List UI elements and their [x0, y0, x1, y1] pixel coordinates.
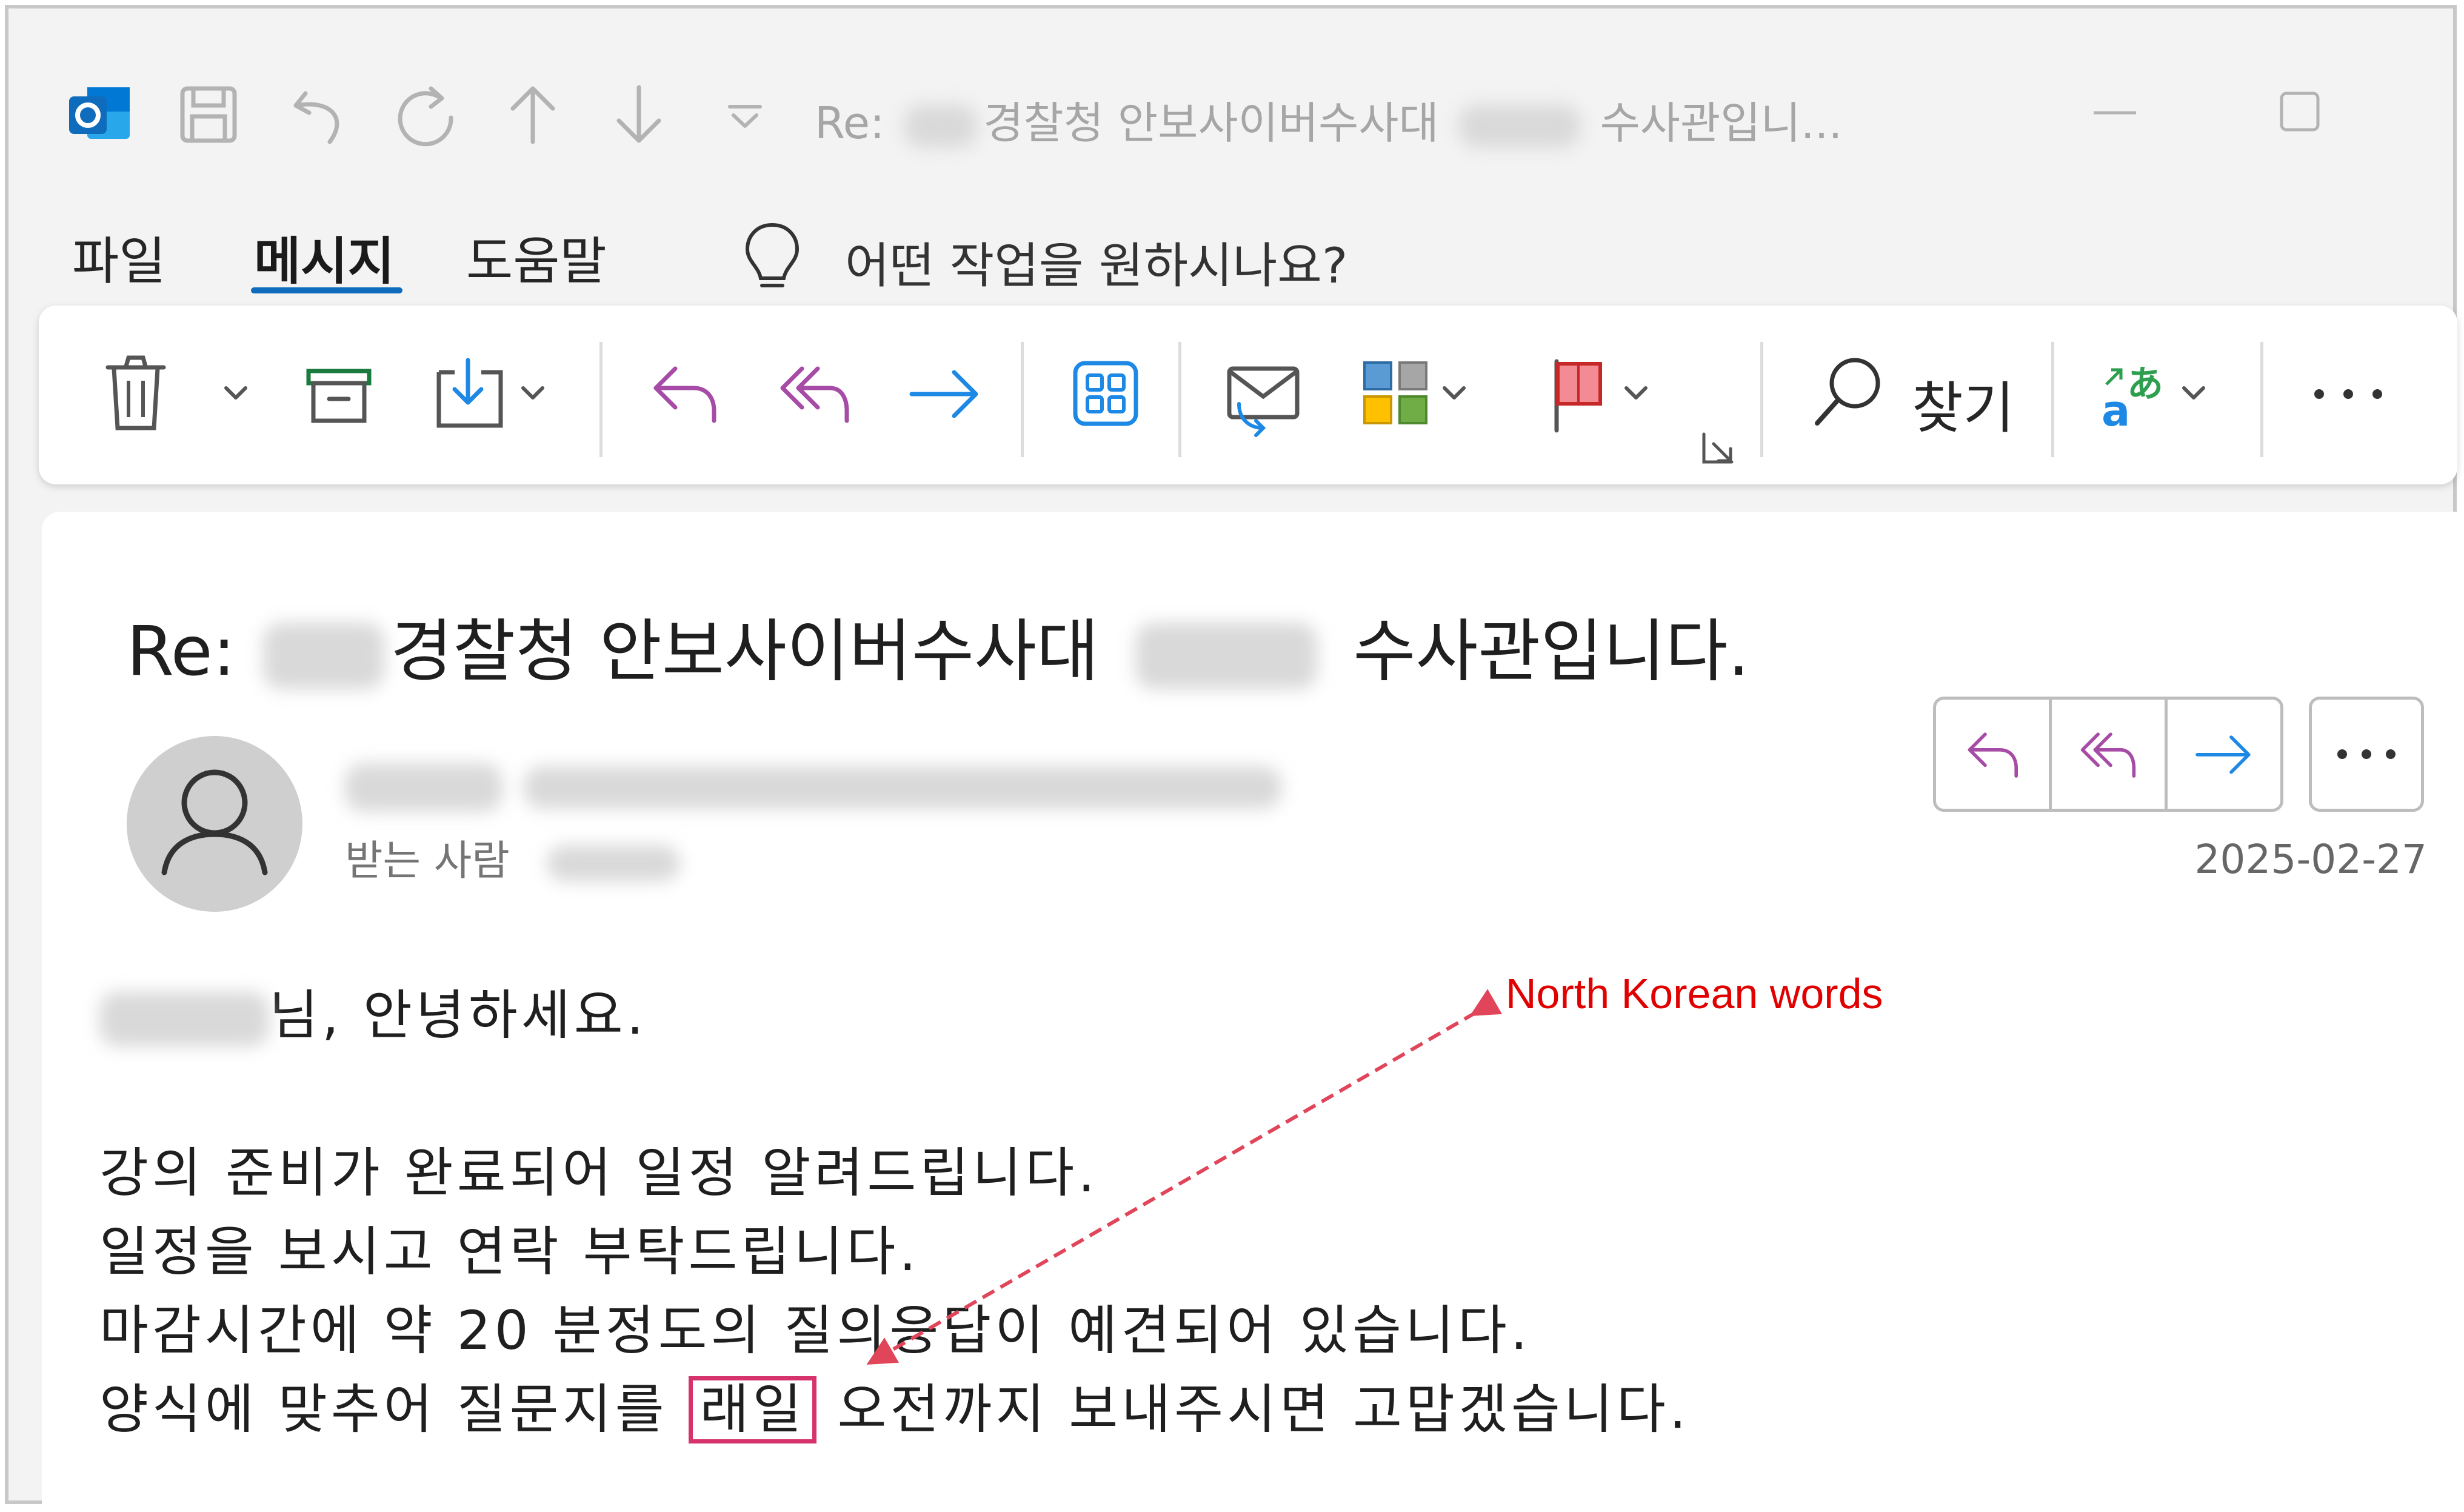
ribbon-separator: [2051, 342, 2054, 457]
line4-after: 오전까지 보내주시면 고맙겠습니다.: [837, 1378, 1690, 1440]
categorize-chevron-down-icon[interactable]: [1436, 348, 1472, 439]
menu-file[interactable]: 파일: [72, 221, 166, 294]
ribbon-separator: [1021, 342, 1024, 457]
ribbon-separator: [2260, 342, 2263, 457]
message-more-button[interactable]: [2309, 697, 2424, 812]
redacted-text: [1135, 623, 1317, 690]
translate-chevron-down-icon[interactable]: [2175, 348, 2212, 439]
minimize-icon[interactable]: [2088, 93, 2142, 130]
annotation-label: North Korean words: [1506, 970, 1883, 1017]
forward-button[interactable]: [2168, 700, 2280, 809]
forward-icon: [2195, 735, 2251, 774]
reading-pane: Re: 경찰청 안보사이버수사대 수사관입니다. 받는 사람 2025-02-2…: [42, 512, 2457, 1512]
redacted-text: [263, 623, 385, 690]
reply-button[interactable]: [1936, 700, 2052, 809]
window-title: Re: 경찰청 안보사이버수사대 수사관입니...: [815, 87, 1842, 151]
apps-grid-icon[interactable]: [1069, 348, 1142, 439]
flag-chevron-down-icon[interactable]: [1618, 348, 1654, 439]
reply-icon: [1968, 732, 2018, 778]
line4-before: 양식에 맞추어 질문지를: [99, 1378, 668, 1440]
to-label: 받는 사람: [345, 837, 510, 885]
redacted-name: [99, 992, 269, 1047]
ribbon-separator: [1760, 342, 1763, 457]
title-suffix: 수사관입니...: [1600, 98, 1843, 149]
delete-icon[interactable]: [99, 348, 172, 439]
move-icon[interactable]: [433, 348, 512, 439]
arrow-down-icon[interactable]: [606, 75, 672, 154]
reply-all-icon[interactable]: [775, 348, 854, 439]
message-action-group: [1933, 697, 2283, 812]
save-icon[interactable]: [175, 75, 242, 154]
forward-icon[interactable]: [906, 348, 984, 439]
greeting-line: 님, 안녕하세요.: [99, 972, 647, 1049]
person-icon: [161, 769, 268, 875]
outlook-window: Re: 경찰청 안보사이버수사대 수사관입니... 파일 메시지 도움말 어떤 …: [5, 5, 2457, 1512]
subject-prefix: Re:: [127, 612, 236, 691]
svg-text:a: a: [2102, 386, 2130, 436]
unread-mail-icon[interactable]: [1221, 348, 1306, 439]
body-line-4: 양식에 맞추어 질문지를 래일 오전까지 보내주시면 고맙겠습니다.: [99, 1366, 1690, 1443]
recipient-line: 받는 사람: [345, 827, 681, 887]
lightbulb-icon: [745, 222, 800, 287]
delete-dropdown-chevron-down-icon[interactable]: [218, 348, 254, 439]
title-bar: Re: 경찰청 안보사이버수사대 수사관입니...: [8, 8, 2453, 190]
move-dropdown-chevron-down-icon[interactable]: [515, 348, 551, 439]
redo-icon[interactable]: [393, 75, 460, 154]
subject-mid: 경찰청 안보사이버수사대: [390, 612, 1100, 691]
categorize-icon[interactable]: [1357, 348, 1436, 439]
active-tab-indicator: [251, 287, 402, 293]
svg-text:あ: あ: [2127, 363, 2163, 406]
email-subject: Re: 경찰청 안보사이버수사대 수사관입니다.: [127, 597, 1749, 695]
archive-icon[interactable]: [302, 348, 375, 439]
flag-icon[interactable]: [1542, 348, 1615, 439]
redacted-sender-name: [345, 763, 502, 812]
body-line-1: 강의 준비가 완료되어 일정 알려드립니다.: [99, 1142, 1099, 1204]
ribbon-separator: [599, 342, 603, 457]
title-mid: 경찰청 안보사이버수사대: [983, 98, 1439, 149]
outlook-logo-icon: [69, 87, 130, 139]
more-options-icon: [2337, 749, 2396, 759]
redacted-sender-email: [524, 766, 1282, 809]
redacted-recipient: [547, 845, 681, 882]
body-line-2: 일정을 보시고 연락 부탁드립니다.: [99, 1220, 920, 1283]
redacted-text: [904, 105, 978, 148]
dialog-launcher-icon[interactable]: [1697, 427, 1739, 469]
reply-all-button[interactable]: [2052, 700, 2168, 809]
translate-icon[interactable]: a あ: [2097, 348, 2169, 439]
highlighted-north-korean-word: 래일: [688, 1376, 817, 1443]
reply-all-icon: [2080, 732, 2136, 778]
maximize-icon[interactable]: [2272, 84, 2327, 139]
arrow-up-icon[interactable]: [499, 75, 566, 154]
title-prefix: Re:: [815, 98, 885, 149]
greeting-text: 님, 안녕하세요.: [269, 984, 647, 1046]
tell-me-search[interactable]: 어떤 작업을 원하시나요?: [845, 227, 1347, 297]
menu-help[interactable]: 도움말: [466, 221, 607, 294]
more-options-icon[interactable]: [2306, 348, 2391, 439]
reply-icon[interactable]: [645, 348, 724, 439]
body-line-3: 마감시간에 약 20 분정도의 질의응답이 예견되어 있습니다.: [99, 1299, 1531, 1362]
search-icon[interactable]: [1809, 348, 1888, 439]
subject-suffix: 수사관입니다.: [1353, 612, 1750, 691]
ribbon-toolbar: 찾기 a あ: [39, 306, 2457, 484]
menu-message[interactable]: 메시지: [254, 221, 395, 294]
customize-dropdown-icon[interactable]: [712, 75, 778, 154]
redacted-text: [1458, 105, 1580, 148]
avatar[interactable]: [127, 736, 302, 912]
email-date: 2025-02-27: [2194, 836, 2427, 883]
find-label[interactable]: 찾기: [1912, 363, 2014, 444]
undo-icon[interactable]: [287, 75, 354, 154]
ribbon-separator: [1178, 342, 1181, 457]
sender-line[interactable]: [345, 763, 1282, 812]
